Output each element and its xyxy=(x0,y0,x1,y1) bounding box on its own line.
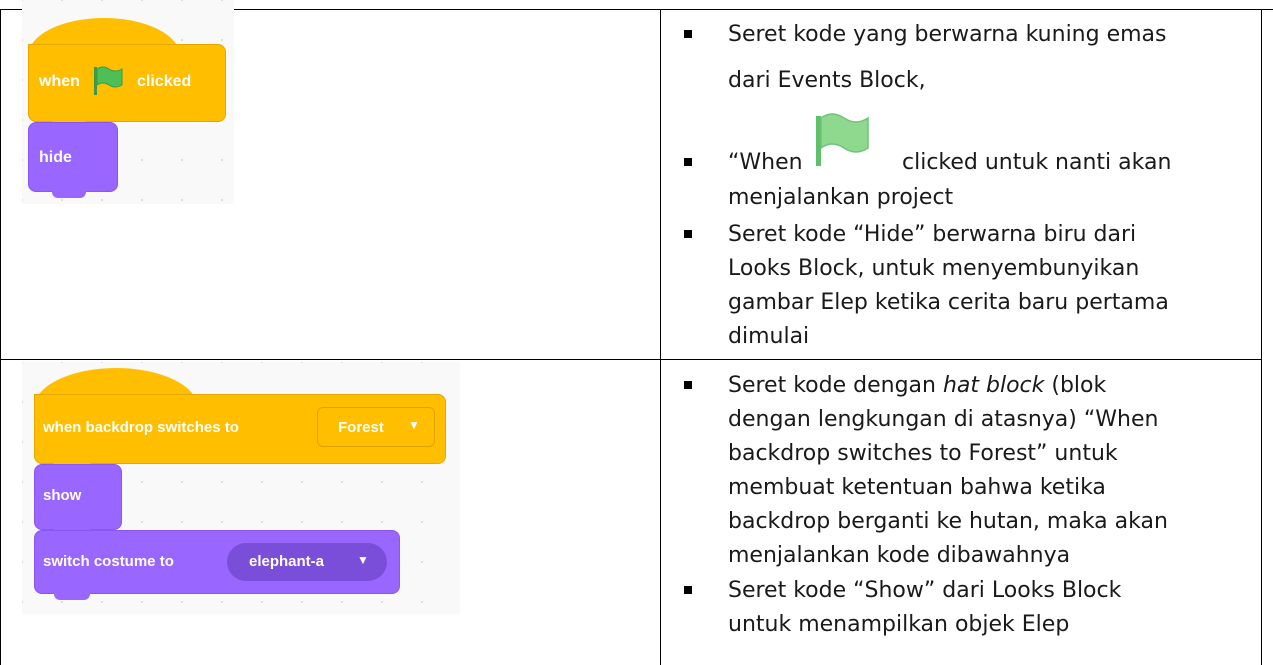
bullet-3-line-4: dimulai xyxy=(728,324,810,349)
caret-down-icon: ▼ xyxy=(408,418,420,432)
bullet-4-text-a: Seret kode dengan xyxy=(728,373,943,398)
bullet-3-line-1: Seret kode “Hide” berwarna biru dari xyxy=(728,222,1137,247)
costume-dropdown[interactable]: elephant-a ▼ xyxy=(227,543,387,581)
bullet-2-line-1-before: “When xyxy=(728,150,803,175)
bullet-3-line-3: gambar Elep ketika cerita baru pertama xyxy=(728,290,1169,315)
costume-notch xyxy=(54,592,90,600)
bullet-4-line-2: dengan lengkungan di atasnya) “When xyxy=(728,407,1159,432)
scratch-script-screenshot-2: when backdrop switches to Forest ▼ show … xyxy=(22,362,460,614)
bullet-4-line-1: Seret kode dengan hat block (blok xyxy=(728,371,1106,401)
backdrop-dropdown-value: Forest xyxy=(338,419,384,436)
table-border-right xyxy=(1261,9,1262,665)
bullet-4-marker xyxy=(684,381,692,389)
hide-block[interactable]: hide xyxy=(28,122,118,192)
backdrop-hat-label: when backdrop switches to xyxy=(43,419,239,436)
bullet-4-text-italic: hat block xyxy=(942,373,1045,398)
bullet-2-line-2: menjalankan project xyxy=(728,185,954,210)
bullet-2-marker xyxy=(684,158,692,166)
bullet-4-line-6: menjalankan kode dibawahnya xyxy=(728,543,1071,568)
show-label: show xyxy=(43,487,82,504)
bullet-1-line-2: dari Events Block, xyxy=(728,68,926,93)
switch-costume-block[interactable]: switch costume to elephant-a ▼ xyxy=(34,530,400,594)
bullet-1-marker xyxy=(684,30,692,38)
bullet-5-line-1: Seret kode “Show” dari Looks Block xyxy=(728,578,1122,603)
hide-notch xyxy=(52,190,86,198)
green-flag-icon xyxy=(812,110,870,171)
costume-dropdown-value: elephant-a xyxy=(249,553,325,570)
backdrop-dropdown[interactable]: Forest ▼ xyxy=(317,407,435,447)
hat-when-label: when xyxy=(39,73,80,90)
bullet-3-marker xyxy=(684,230,692,238)
bullet-4-line-5: backdrop berganti ke hutan, maka akan xyxy=(728,509,1168,534)
when-backdrop-switches-block[interactable]: when backdrop switches to Forest ▼ xyxy=(34,394,446,464)
caret-down-icon: ▼ xyxy=(357,553,369,567)
bullet-5-line-2: untuk menampilkan objek Elep xyxy=(728,612,1070,637)
bullet-4-line-4: membuat ketentuan bahwa ketika xyxy=(728,475,1106,500)
table-column-divider xyxy=(660,9,661,665)
bullet-2-line-1-after: clicked untuk nanti akan xyxy=(902,150,1172,175)
table-row-divider xyxy=(0,359,1262,360)
hat-clicked-label: clicked xyxy=(137,73,192,90)
show-block[interactable]: show xyxy=(34,464,122,530)
bullet-4-line-3: backdrop switches to Forest” untuk xyxy=(728,441,1118,466)
when-flag-clicked-block[interactable]: when clicked xyxy=(28,44,226,122)
scratch-script-screenshot-1: when clicked hide xyxy=(22,0,234,204)
bullet-5-marker xyxy=(684,586,692,594)
costume-label: switch costume to xyxy=(43,553,174,570)
bullet-4-text-b: (blok xyxy=(1044,373,1107,398)
bullet-3-line-2: Looks Block, untuk menyembunyikan xyxy=(728,256,1140,281)
green-flag-icon xyxy=(91,65,125,102)
table-border-left xyxy=(0,9,1,665)
bullet-1-line-1: Seret kode yang berwarna kuning emas xyxy=(728,22,1167,47)
hide-label: hide xyxy=(39,149,72,166)
